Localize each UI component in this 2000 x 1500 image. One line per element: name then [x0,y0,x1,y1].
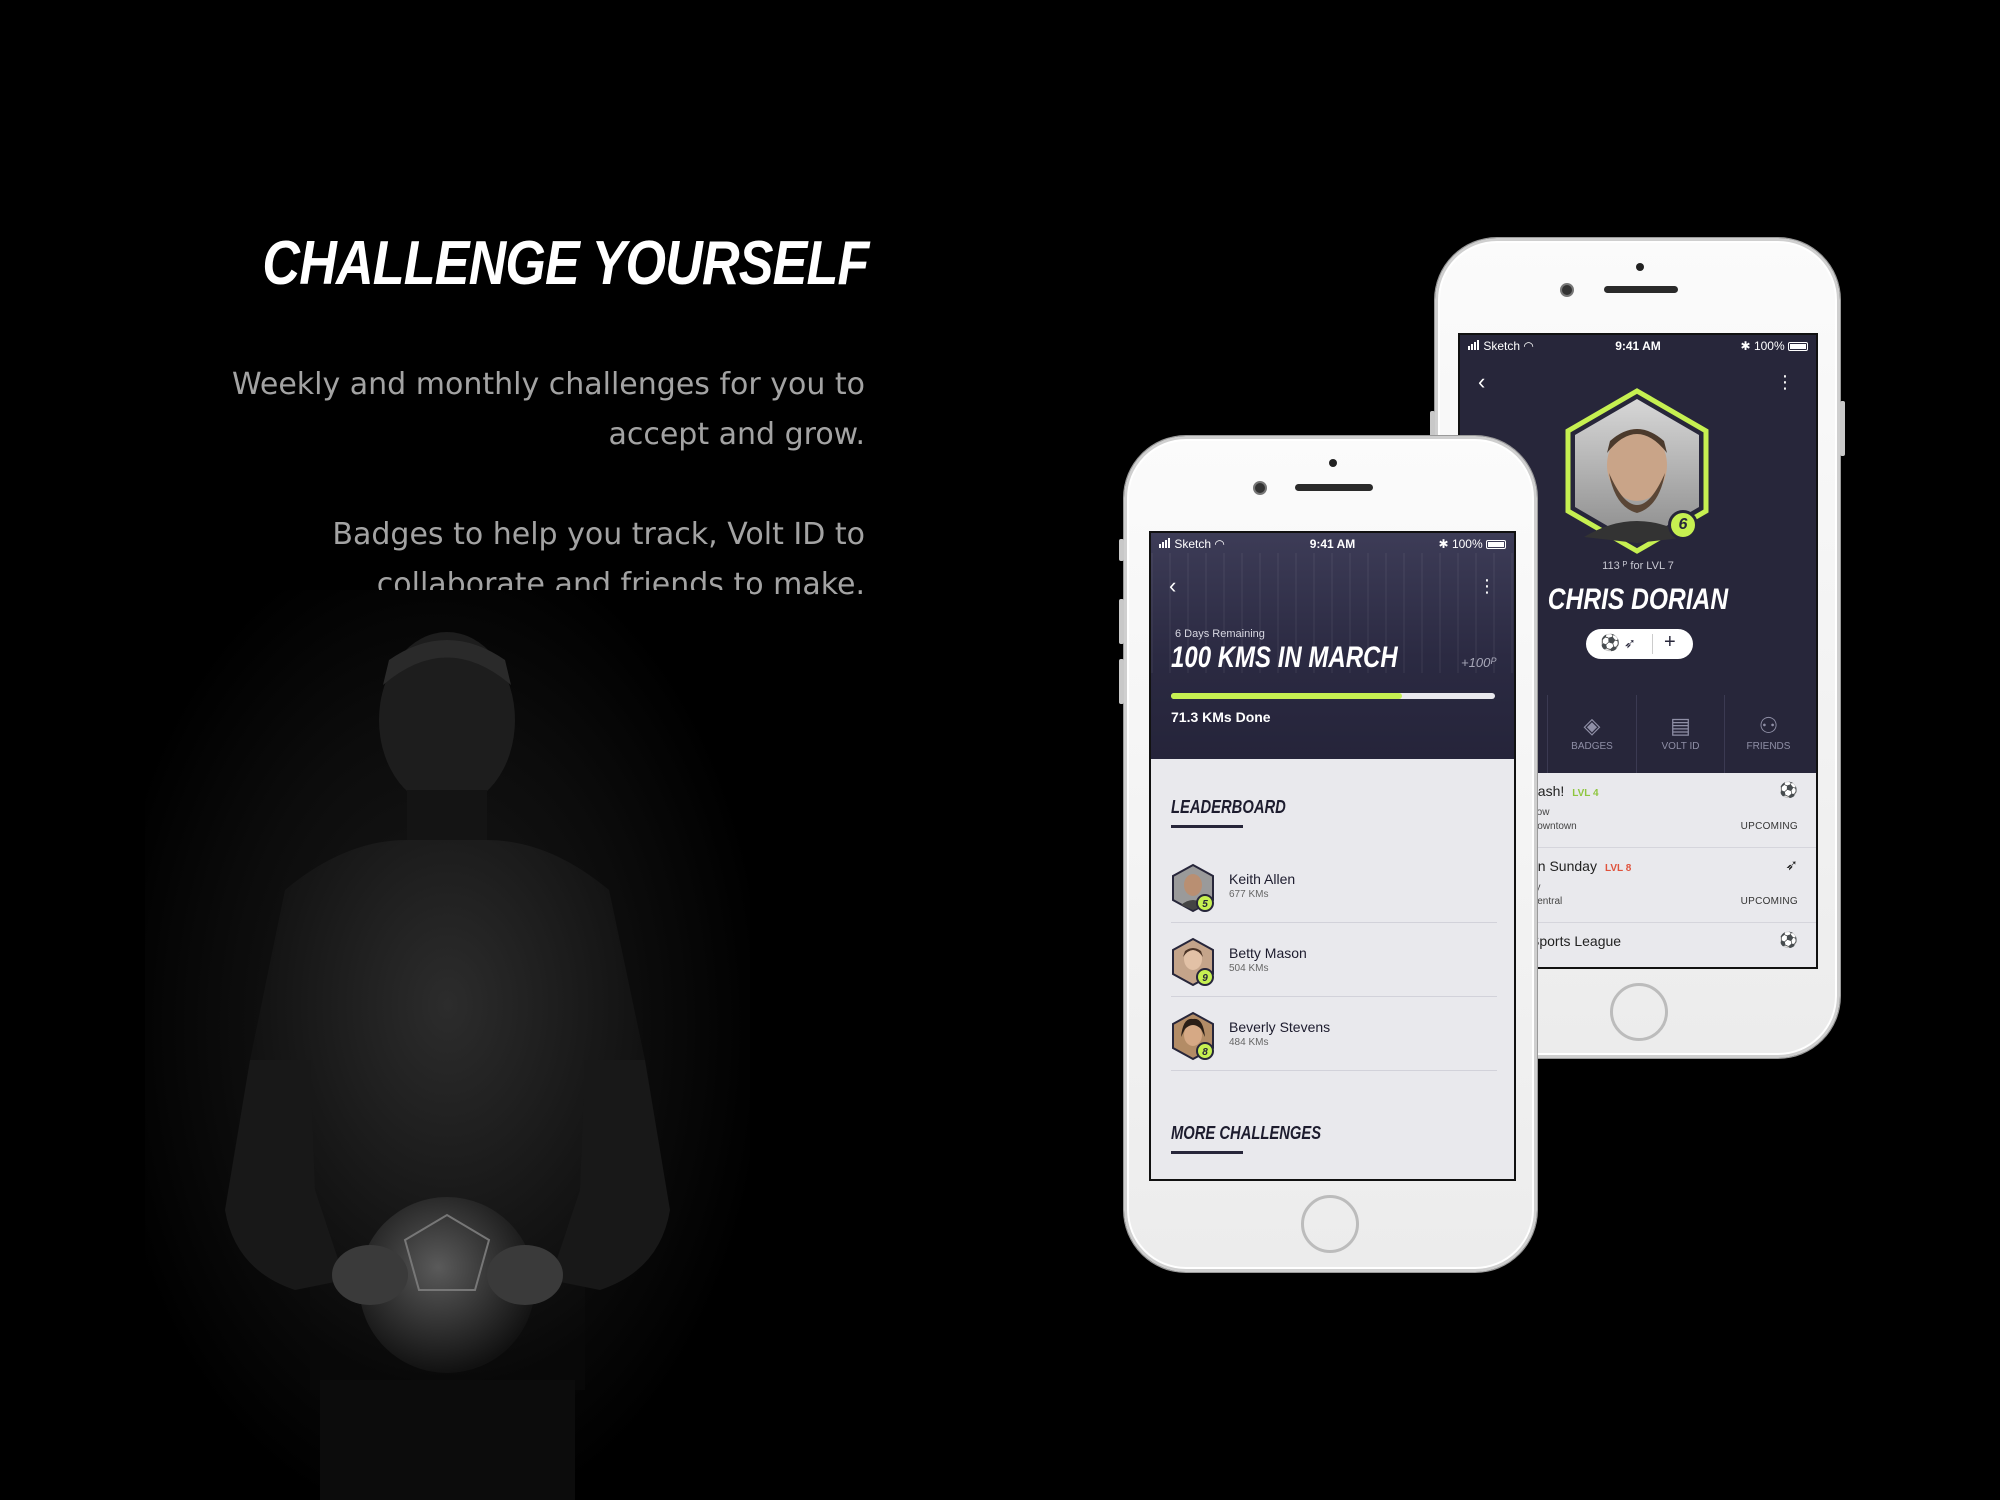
home-button[interactable] [1301,1195,1359,1253]
leaderboard-underline [1171,825,1243,828]
add-sport-button[interactable]: + [1664,631,1676,654]
leaderboard-row[interactable]: 5 Keith Allen 677 KMs [1171,849,1497,923]
challenge-hero: Sketch ◠ 9:41 AM ✱ 100% ‹ ⋮ 6 Days Remai… [1151,533,1514,759]
level-badge: 6 [1668,510,1698,540]
days-remaining: 6 Days Remaining [1175,628,1265,640]
leader-distance: 504 KMs [1229,963,1269,974]
description-paragraph-1: Weekly and monthly challenges for you to… [231,367,865,452]
soccer-ball-icon: ⚽ [1779,932,1798,949]
soccer-ball-icon: ⚽ [1779,782,1798,799]
progress-fill [1171,693,1402,699]
home-button[interactable] [1610,983,1668,1041]
challenge-screen: Sketch ◠ 9:41 AM ✱ 100% ‹ ⋮ 6 Days Remai… [1149,531,1516,1181]
progress-bar [1171,693,1495,699]
shuttlecock-icon: ➶ [1624,635,1636,651]
leaderboard-row[interactable]: 8 Beverly Stevens 484 KMs [1171,997,1497,1071]
friends-icon: ⚇ [1758,713,1779,738]
more-vertical-icon[interactable]: ⋮ [1478,575,1496,597]
status-bar: Sketch ◠ 9:41 AM ✱ 100% [1460,335,1816,355]
tab-volt-id[interactable]: ▤ VOLT ID [1636,695,1724,773]
battery-label: 100% [1753,339,1785,353]
avatar-level: 9 [1202,973,1208,984]
leader-name: Beverly Stevens [1229,1019,1331,1035]
shuttlecock-icon: ➶ [1785,857,1798,874]
status-bar: Sketch ◠ 9:41 AM ✱ 100% [1151,533,1514,553]
leader-name: Betty Mason [1229,945,1307,961]
more-challenges-underline [1171,1151,1243,1154]
avatar: 8 [1172,1011,1214,1061]
phone-challenge: Sketch ◠ 9:41 AM ✱ 100% ‹ ⋮ 6 Days Remai… [1119,436,1537,1272]
bluetooth-icon: ✱ [1438,537,1449,551]
diamond-icon: ◈ [1583,713,1601,738]
athlete-silhouette [225,632,670,1500]
progress-text: 71.3 KMs Done [1171,709,1271,725]
leader-distance: 677 KMs [1229,889,1269,900]
bluetooth-icon: ✱ [1740,339,1751,353]
tab-badges[interactable]: ◈ BADGES [1548,695,1636,773]
avatar-level: 8 [1202,1047,1208,1058]
tab-friends[interactable]: ⚇ FRIENDS [1724,695,1812,773]
back-chevron-icon[interactable]: ‹ [1169,575,1176,597]
challenge-points: +100ᴾ [1461,655,1496,670]
avatar-level: 5 [1202,899,1208,910]
athlete-photo [145,590,750,1500]
more-vertical-icon[interactable]: ⋮ [1776,371,1794,393]
leader-name: Keith Allen [1229,871,1296,887]
challenge-title: 100 KMS IN MARCH [1171,641,1398,674]
leader-distance: 484 KMs [1229,1037,1269,1048]
battery-icon [1788,342,1808,351]
leaderboard-row[interactable]: 9 Betty Mason 504 KMs [1171,923,1497,997]
battery-label: 100% [1451,537,1483,551]
back-chevron-icon[interactable]: ‹ [1478,371,1485,393]
more-challenges-title: MORE CHALLENGES [1171,1123,1322,1143]
avatar: 9 [1172,937,1214,987]
battery-icon [1486,540,1506,549]
soccer-ball-icon: ⚽ [1600,635,1620,652]
id-card-icon: ▤ [1670,713,1691,738]
avatar: 5 [1172,863,1214,913]
headline: CHALLENGE YOURSELF [261,229,869,298]
sports-pill[interactable]: ⚽ ➶ + [1586,629,1693,659]
leaderboard-title: LEADERBOARD [1171,797,1286,817]
